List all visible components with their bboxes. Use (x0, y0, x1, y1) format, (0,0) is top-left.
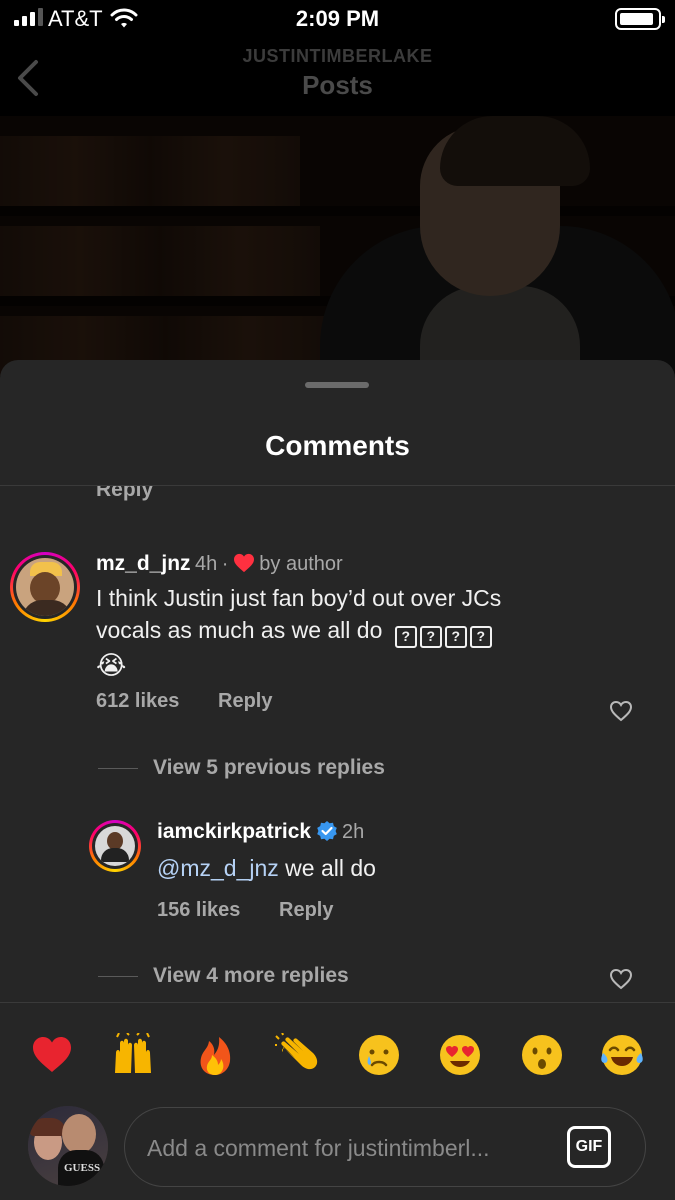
liked-by-author-label: by author (259, 553, 343, 575)
thread-line (98, 768, 138, 769)
reply-body: @mz_d_jnz we all do (157, 852, 376, 884)
like-count[interactable]: 612 likes (96, 690, 179, 713)
emoji-reaction-bar (0, 1002, 675, 1097)
clock: 2:09 PM (295, 6, 380, 31)
page-title: Posts (302, 70, 373, 100)
comment-text-line: I think Justin just fan boy’d out over J… (96, 585, 502, 611)
separator: · (221, 553, 229, 575)
missing-glyph: ? (394, 626, 417, 648)
comments-list[interactable]: Reply mz_d_jnz 4h · by author I think Ju… (0, 486, 675, 1001)
missing-glyph: ? (419, 626, 442, 648)
view-previous-replies-button[interactable]: View 5 previous replies (153, 756, 385, 780)
comment-body: I think Justin just fan boy’d out over J… (96, 582, 576, 682)
heart-eyes-emoji-icon[interactable] (438, 1033, 482, 1077)
missing-glyph: ? (469, 626, 492, 648)
verified-badge-icon (316, 821, 337, 841)
thread-line (98, 976, 138, 977)
comment-time: 4h (194, 553, 218, 575)
comment-username[interactable]: mz_d_jnz (96, 552, 191, 575)
post-image (0, 116, 675, 376)
avatar[interactable] (10, 552, 80, 622)
heart-filled-icon (233, 553, 254, 573)
like-heart-icon[interactable] (609, 700, 633, 722)
surprised-face-emoji-icon[interactable] (520, 1033, 564, 1077)
battery-icon (615, 8, 665, 30)
like-heart-icon[interactable] (609, 968, 633, 990)
mention-link[interactable]: @mz_d_jnz (157, 855, 279, 881)
comments-sheet: Comments Reply mz_d_jnz 4h · by author I… (0, 360, 675, 1200)
avatar[interactable] (89, 820, 141, 872)
gif-button[interactable]: GIF (567, 1126, 611, 1168)
crying-face-emoji-icon[interactable] (357, 1033, 401, 1077)
view-more-replies-button[interactable]: View 4 more replies (153, 964, 349, 988)
reply-username[interactable]: iamckirkpatrick (157, 820, 311, 843)
like-count[interactable]: 156 likes (157, 899, 240, 922)
reply-button[interactable]: Reply (279, 899, 333, 922)
heart-emoji-icon[interactable] (30, 1033, 74, 1077)
missing-glyph: ? (444, 626, 467, 648)
posts-header: JUSTINTIMBERLAKE Posts (0, 40, 675, 116)
sheet-title: Comments (265, 430, 410, 461)
status-bar: AT&T 2:09 PM (0, 0, 675, 40)
raised-hands-emoji-icon[interactable] (111, 1033, 155, 1077)
comment-text-line: vocals as much as we all do (96, 617, 383, 643)
sheet-grabber[interactable] (305, 382, 369, 388)
reply-time: 2h (342, 821, 365, 843)
tears-of-joy-emoji-icon[interactable] (600, 1033, 644, 1077)
reply-text: we all do (278, 855, 376, 881)
reply-button[interactable]: Reply (218, 690, 272, 713)
comment-input[interactable] (147, 1130, 547, 1166)
comment-composer: GIF (124, 1107, 646, 1187)
header-username: JUSTINTIMBERLAKE (242, 46, 433, 66)
current-user-avatar: GUESS (28, 1106, 108, 1186)
reply-button[interactable]: Reply (96, 486, 153, 502)
clapping-hands-emoji-icon[interactable] (275, 1033, 319, 1077)
shirt-logo: GUESS (64, 1162, 101, 1174)
loudly-crying-emoji: 😭 (96, 650, 127, 680)
fire-emoji-icon[interactable] (193, 1033, 237, 1077)
